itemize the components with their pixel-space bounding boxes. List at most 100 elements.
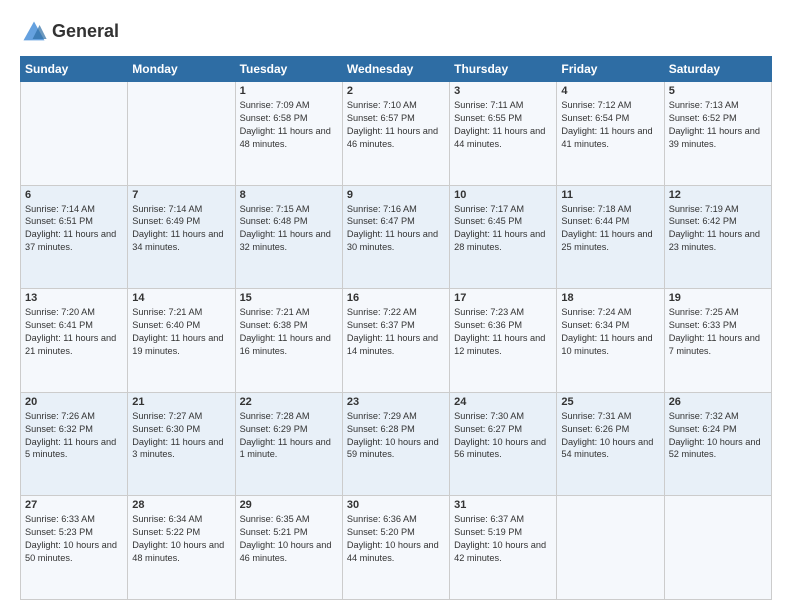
day-info: Sunrise: 7:10 AM Sunset: 6:57 PM Dayligh… <box>347 99 445 151</box>
day-info: Sunrise: 7:27 AM Sunset: 6:30 PM Dayligh… <box>132 410 230 462</box>
day-number: 9 <box>347 189 445 201</box>
day-number: 7 <box>132 189 230 201</box>
day-info: Sunrise: 7:11 AM Sunset: 6:55 PM Dayligh… <box>454 99 552 151</box>
day-header-wednesday: Wednesday <box>342 57 449 82</box>
calendar-cell: 20 Sunrise: 7:26 AM Sunset: 6:32 PM Dayli… <box>21 392 128 496</box>
day-number: 13 <box>25 292 123 304</box>
day-number: 30 <box>347 499 445 511</box>
calendar-week-row: 27 Sunrise: 6:33 AM Sunset: 5:23 PM Dayli… <box>21 496 772 600</box>
calendar-cell: 6 Sunrise: 7:14 AM Sunset: 6:51 PM Daylig… <box>21 185 128 289</box>
day-number: 17 <box>454 292 552 304</box>
calendar-cell: 4Sunrise: 7:12 AM Sunset: 6:54 PM Daylig… <box>557 82 664 186</box>
calendar-cell <box>128 82 235 186</box>
day-number: 20 <box>25 396 123 408</box>
day-info: Sunrise: 7:22 AM Sunset: 6:37 PM Dayligh… <box>347 306 445 358</box>
calendar-cell: 26 Sunrise: 7:32 AM Sunset: 6:24 PM Dayli… <box>664 392 771 496</box>
day-info: Sunrise: 7:32 AM Sunset: 6:24 PM Dayligh… <box>669 410 767 462</box>
calendar-cell: 1 Sunrise: 7:09 AM Sunset: 6:58 PM Daylig… <box>235 82 342 186</box>
day-number: 14 <box>132 292 230 304</box>
calendar-cell: 17 Sunrise: 7:23 AM Sunset: 6:36 PM Dayli… <box>450 289 557 393</box>
day-number: 16 <box>347 292 445 304</box>
calendar-week-row: 1 Sunrise: 7:09 AM Sunset: 6:58 PM Daylig… <box>21 82 772 186</box>
day-info: Sunrise: 6:36 AM Sunset: 5:20 PM Dayligh… <box>347 513 445 565</box>
calendar-cell: 27 Sunrise: 6:33 AM Sunset: 5:23 PM Dayli… <box>21 496 128 600</box>
logo: General <box>20 18 119 46</box>
calendar-cell: 7 Sunrise: 7:14 AM Sunset: 6:49 PM Daylig… <box>128 185 235 289</box>
calendar-week-row: 13 Sunrise: 7:20 AM Sunset: 6:41 PM Dayli… <box>21 289 772 393</box>
calendar-cell <box>21 82 128 186</box>
day-info: Sunrise: 7:21 AM Sunset: 6:38 PM Dayligh… <box>240 306 338 358</box>
day-header-thursday: Thursday <box>450 57 557 82</box>
day-info: Sunrise: 7:16 AM Sunset: 6:47 PM Dayligh… <box>347 203 445 255</box>
calendar-cell: 15 Sunrise: 7:21 AM Sunset: 6:38 PM Dayli… <box>235 289 342 393</box>
calendar-cell: 16 Sunrise: 7:22 AM Sunset: 6:37 PM Dayli… <box>342 289 449 393</box>
calendar-table: SundayMondayTuesdayWednesdayThursdayFrid… <box>20 56 772 600</box>
day-info: Sunrise: 6:35 AM Sunset: 5:21 PM Dayligh… <box>240 513 338 565</box>
calendar-cell: 24 Sunrise: 7:30 AM Sunset: 6:27 PM Dayli… <box>450 392 557 496</box>
day-number: 6 <box>25 189 123 201</box>
calendar-cell: 14 Sunrise: 7:21 AM Sunset: 6:40 PM Dayli… <box>128 289 235 393</box>
day-info: Sunrise: 6:33 AM Sunset: 5:23 PM Dayligh… <box>25 513 123 565</box>
day-info: Sunrise: 7:25 AM Sunset: 6:33 PM Dayligh… <box>669 306 767 358</box>
day-number: 4 <box>561 85 659 97</box>
calendar-cell: 9 Sunrise: 7:16 AM Sunset: 6:47 PM Daylig… <box>342 185 449 289</box>
day-header-friday: Friday <box>557 57 664 82</box>
logo-text: General <box>52 22 119 42</box>
day-number: 15 <box>240 292 338 304</box>
day-info: Sunrise: 6:34 AM Sunset: 5:22 PM Dayligh… <box>132 513 230 565</box>
day-info: Sunrise: 7:13 AM Sunset: 6:52 PM Dayligh… <box>669 99 767 151</box>
day-info: Sunrise: 7:20 AM Sunset: 6:41 PM Dayligh… <box>25 306 123 358</box>
calendar-cell: 10 Sunrise: 7:17 AM Sunset: 6:45 PM Dayli… <box>450 185 557 289</box>
day-info: Sunrise: 7:14 AM Sunset: 6:51 PM Dayligh… <box>25 203 123 255</box>
calendar-cell <box>664 496 771 600</box>
calendar-cell: 8Sunrise: 7:15 AM Sunset: 6:48 PM Daylig… <box>235 185 342 289</box>
calendar-cell: 29 Sunrise: 6:35 AM Sunset: 5:21 PM Dayli… <box>235 496 342 600</box>
day-info: Sunrise: 7:21 AM Sunset: 6:40 PM Dayligh… <box>132 306 230 358</box>
calendar-cell: 12Sunrise: 7:19 AM Sunset: 6:42 PM Dayli… <box>664 185 771 289</box>
day-number: 27 <box>25 499 123 511</box>
day-number: 2 <box>347 85 445 97</box>
logo-icon <box>20 18 48 46</box>
day-number: 22 <box>240 396 338 408</box>
day-number: 31 <box>454 499 552 511</box>
day-number: 3 <box>454 85 552 97</box>
header: General <box>20 18 772 46</box>
day-number: 12 <box>669 189 767 201</box>
calendar-cell: 31 Sunrise: 6:37 AM Sunset: 5:19 PM Dayli… <box>450 496 557 600</box>
calendar-cell: 23Sunrise: 7:29 AM Sunset: 6:28 PM Dayli… <box>342 392 449 496</box>
day-info: Sunrise: 7:31 AM Sunset: 6:26 PM Dayligh… <box>561 410 659 462</box>
day-info: Sunrise: 7:29 AM Sunset: 6:28 PM Dayligh… <box>347 410 445 462</box>
calendar-cell: 18Sunrise: 7:24 AM Sunset: 6:34 PM Dayli… <box>557 289 664 393</box>
day-header-tuesday: Tuesday <box>235 57 342 82</box>
day-header-saturday: Saturday <box>664 57 771 82</box>
day-info: Sunrise: 7:15 AM Sunset: 6:48 PM Dayligh… <box>240 203 338 255</box>
day-number: 25 <box>561 396 659 408</box>
day-number: 21 <box>132 396 230 408</box>
calendar-cell: 5 Sunrise: 7:13 AM Sunset: 6:52 PM Daylig… <box>664 82 771 186</box>
calendar-cell: 3 Sunrise: 7:11 AM Sunset: 6:55 PM Daylig… <box>450 82 557 186</box>
calendar-header-row: SundayMondayTuesdayWednesdayThursdayFrid… <box>21 57 772 82</box>
day-number: 5 <box>669 85 767 97</box>
calendar-cell: 21 Sunrise: 7:27 AM Sunset: 6:30 PM Dayli… <box>128 392 235 496</box>
day-info: Sunrise: 7:28 AM Sunset: 6:29 PM Dayligh… <box>240 410 338 462</box>
day-number: 24 <box>454 396 552 408</box>
day-number: 29 <box>240 499 338 511</box>
day-info: Sunrise: 7:24 AM Sunset: 6:34 PM Dayligh… <box>561 306 659 358</box>
day-number: 1 <box>240 85 338 97</box>
day-info: Sunrise: 7:23 AM Sunset: 6:36 PM Dayligh… <box>454 306 552 358</box>
calendar-cell: 22 Sunrise: 7:28 AM Sunset: 6:29 PM Dayli… <box>235 392 342 496</box>
page: General SundayMondayTuesdayWednesdayThur… <box>0 0 792 612</box>
day-info: Sunrise: 7:09 AM Sunset: 6:58 PM Dayligh… <box>240 99 338 151</box>
day-number: 10 <box>454 189 552 201</box>
day-info: Sunrise: 6:37 AM Sunset: 5:19 PM Dayligh… <box>454 513 552 565</box>
day-header-monday: Monday <box>128 57 235 82</box>
day-info: Sunrise: 7:18 AM Sunset: 6:44 PM Dayligh… <box>561 203 659 255</box>
day-number: 11 <box>561 189 659 201</box>
day-number: 26 <box>669 396 767 408</box>
day-info: Sunrise: 7:14 AM Sunset: 6:49 PM Dayligh… <box>132 203 230 255</box>
day-info: Sunrise: 7:26 AM Sunset: 6:32 PM Dayligh… <box>25 410 123 462</box>
day-number: 28 <box>132 499 230 511</box>
day-info: Sunrise: 7:30 AM Sunset: 6:27 PM Dayligh… <box>454 410 552 462</box>
calendar-cell: 25 Sunrise: 7:31 AM Sunset: 6:26 PM Dayli… <box>557 392 664 496</box>
day-info: Sunrise: 7:17 AM Sunset: 6:45 PM Dayligh… <box>454 203 552 255</box>
